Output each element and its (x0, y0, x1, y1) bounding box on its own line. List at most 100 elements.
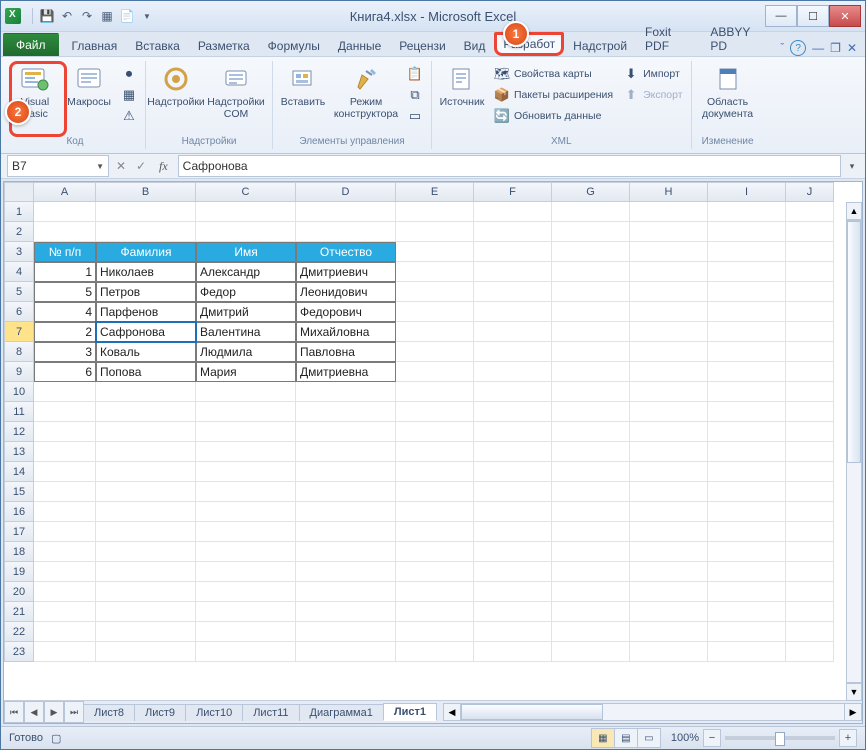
cell[interactable] (630, 362, 708, 382)
cell[interactable] (474, 442, 552, 462)
cell[interactable] (296, 422, 396, 442)
qat-extra2-icon[interactable]: 📄 (118, 7, 136, 25)
cell[interactable] (96, 482, 196, 502)
cell[interactable] (296, 562, 396, 582)
row-header[interactable]: 22 (4, 622, 34, 642)
cell[interactable] (630, 462, 708, 482)
xml-mapprops-button[interactable]: 🗺Свойства карты (492, 65, 615, 83)
zoom-in-button[interactable]: + (839, 729, 857, 747)
zoom-slider[interactable] (725, 736, 835, 740)
cell[interactable] (396, 382, 474, 402)
cell[interactable] (552, 262, 630, 282)
cell[interactable] (34, 462, 96, 482)
cell[interactable] (96, 502, 196, 522)
view-pagelayout-button[interactable]: ▤ (614, 728, 638, 748)
cell[interactable] (396, 462, 474, 482)
cell[interactable] (474, 302, 552, 322)
view-pagebreak-button[interactable]: ▭ (637, 728, 661, 748)
select-all-button[interactable] (4, 182, 34, 202)
cell[interactable] (552, 322, 630, 342)
row-header[interactable]: 4 (4, 262, 34, 282)
cell[interactable] (786, 442, 834, 462)
zoom-out-button[interactable]: − (703, 729, 721, 747)
row-header[interactable]: 6 (4, 302, 34, 322)
cell[interactable] (630, 342, 708, 362)
col-header[interactable]: I (708, 182, 786, 202)
cell[interactable] (552, 362, 630, 382)
cell[interactable] (96, 222, 196, 242)
document-panel-button[interactable]: Область документа (698, 63, 758, 120)
cell[interactable] (296, 602, 396, 622)
cell[interactable] (474, 282, 552, 302)
cell[interactable] (296, 462, 396, 482)
cell[interactable] (196, 542, 296, 562)
redo-icon[interactable]: ↷ (78, 7, 96, 25)
run-dialog-button[interactable]: ▭ (405, 107, 425, 125)
hscroll-track[interactable] (460, 703, 845, 721)
cell[interactable] (34, 642, 96, 662)
cell[interactable] (708, 582, 786, 602)
scroll-right-button[interactable]: ▶ (844, 703, 862, 721)
enter-icon[interactable]: ✓ (133, 159, 149, 173)
cell[interactable] (786, 262, 834, 282)
cell[interactable] (96, 202, 196, 222)
cell[interactable] (786, 222, 834, 242)
cell[interactable] (96, 542, 196, 562)
vscroll-thumb[interactable] (847, 221, 861, 463)
fx-icon[interactable]: fx (153, 159, 174, 174)
scroll-up-button[interactable]: ▲ (846, 202, 862, 220)
cell[interactable] (396, 602, 474, 622)
cell[interactable] (296, 542, 396, 562)
cell[interactable] (396, 582, 474, 602)
cell[interactable] (474, 522, 552, 542)
cell[interactable] (34, 622, 96, 642)
cell[interactable] (296, 482, 396, 502)
cell[interactable] (474, 642, 552, 662)
cell[interactable]: Мария (196, 362, 296, 382)
cell[interactable] (630, 262, 708, 282)
cell[interactable]: Валентина (196, 322, 296, 342)
cell[interactable] (552, 602, 630, 622)
cell[interactable] (630, 382, 708, 402)
addins-button[interactable]: Надстройки (152, 63, 200, 109)
sheet-tab[interactable]: Лист11 (242, 704, 299, 721)
cell[interactable] (474, 402, 552, 422)
view-normal-button[interactable]: ▦ (591, 728, 615, 748)
zoom-thumb[interactable] (775, 732, 785, 746)
cell[interactable] (96, 462, 196, 482)
cell[interactable] (474, 222, 552, 242)
close-button[interactable]: ✕ (829, 5, 861, 27)
cell[interactable] (630, 202, 708, 222)
cell[interactable] (196, 422, 296, 442)
row-header[interactable]: 12 (4, 422, 34, 442)
cell[interactable] (630, 302, 708, 322)
cell[interactable] (196, 522, 296, 542)
col-header[interactable]: A (34, 182, 96, 202)
cell[interactable] (396, 402, 474, 422)
cell[interactable] (552, 242, 630, 262)
cell[interactable] (196, 642, 296, 662)
cell[interactable] (630, 522, 708, 542)
cell[interactable] (474, 602, 552, 622)
cell[interactable] (552, 382, 630, 402)
maximize-button[interactable]: ☐ (797, 5, 829, 27)
tab-last-button[interactable]: ⏭ (64, 701, 84, 723)
cell[interactable] (786, 502, 834, 522)
cell[interactable] (196, 462, 296, 482)
cell[interactable] (630, 562, 708, 582)
cell[interactable] (296, 202, 396, 222)
cell[interactable] (474, 462, 552, 482)
cell[interactable] (552, 442, 630, 462)
cell[interactable] (296, 622, 396, 642)
cell[interactable] (96, 522, 196, 542)
cell[interactable] (708, 202, 786, 222)
row-header[interactable]: 18 (4, 542, 34, 562)
cell[interactable] (786, 562, 834, 582)
cell[interactable] (474, 622, 552, 642)
cell[interactable]: Николаев (96, 262, 196, 282)
row-header[interactable]: 19 (4, 562, 34, 582)
cell[interactable] (786, 322, 834, 342)
cell[interactable]: Дмитриевич (296, 262, 396, 282)
formula-expand-icon[interactable]: ▾ (845, 161, 859, 172)
cell[interactable] (708, 622, 786, 642)
